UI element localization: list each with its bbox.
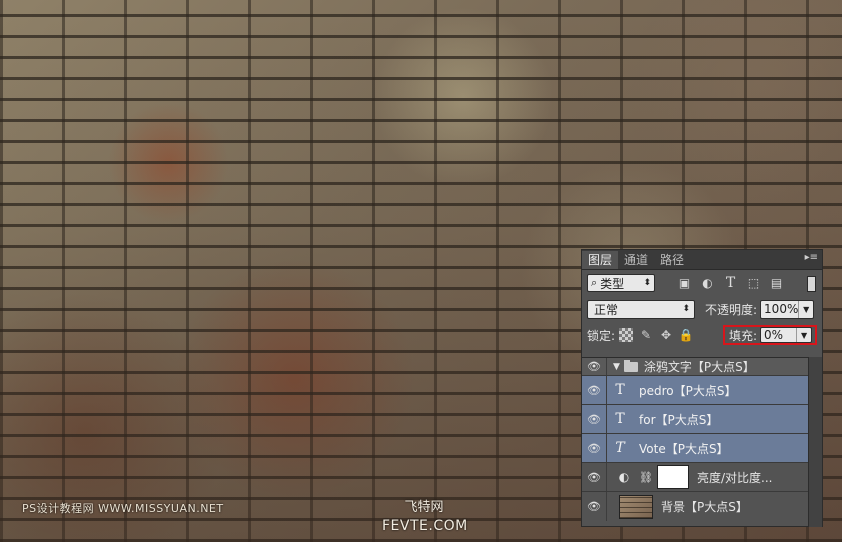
blend-mode-value: 正常 xyxy=(594,302,619,317)
lock-icons: ✎ ✥ 🔒 xyxy=(619,328,694,342)
layer-name: pedro【P大点S】 xyxy=(639,383,737,398)
dropdown-arrow-icon[interactable]: ▼ xyxy=(796,328,811,342)
filter-row: ⌕ 类型 ⬍ ▣ ◐ T ⬚ ▤ xyxy=(582,270,822,296)
dropdown-arrow-icon[interactable]: ▼ xyxy=(798,300,813,318)
layers-list: 👁 ▼ 涂鸦文字【P大点S】 👁 T pedro【P大点S】 👁 T for【P… xyxy=(582,357,808,528)
filter-label: 类型 xyxy=(600,276,625,291)
layer-adjustment[interactable]: 👁 ◐ ⛓ 亮度/对比度... xyxy=(582,463,808,492)
watermark-center: 飞特网 FEVTE.COM xyxy=(382,496,468,534)
tab-layers[interactable]: 图层 xyxy=(582,251,619,269)
opacity-label: 不透明度: xyxy=(705,302,758,317)
watermark-left: PS设计教程网 WWW.MISSYUAN.NET xyxy=(22,502,224,515)
lock-transparent-icon[interactable] xyxy=(619,328,634,342)
folder-icon xyxy=(623,359,638,372)
adjustment-filter-icon[interactable]: ◐ xyxy=(700,276,715,291)
blend-row: 正常 ⬍ 不透明度: 100% ▼ xyxy=(582,296,822,322)
layers-panel: 图层 通道 路径 ▸≡ ⌕ 类型 ⬍ ▣ ◐ T ⬚ ▤ 正常 ⬍ 不透明度: … xyxy=(581,249,823,527)
layer-name: 涂鸦文字【P大点S】 xyxy=(643,360,755,374)
lock-all-icon[interactable]: 🔒 xyxy=(679,328,694,342)
text-layer-icon: T xyxy=(615,411,625,427)
layer-background[interactable]: 👁 背景【P大点S】 xyxy=(582,492,808,521)
filter-icons: ▣ ◐ T ⬚ ▤ xyxy=(677,275,784,291)
eye-icon[interactable]: 👁 xyxy=(582,463,607,491)
smart-object-filter-icon[interactable]: ▤ xyxy=(769,276,784,291)
search-icon: ⌕ xyxy=(591,276,598,289)
blend-mode-select[interactable]: 正常 ⬍ xyxy=(587,299,695,319)
background-thumbnail xyxy=(619,494,653,519)
layer-filter-select[interactable]: ⌕ 类型 ⬍ xyxy=(587,274,655,292)
eye-icon[interactable]: 👁 xyxy=(582,492,607,521)
eye-icon[interactable]: 👁 xyxy=(582,434,607,462)
fill-value: 0% xyxy=(764,328,784,342)
layer-text-pedro[interactable]: 👁 T pedro【P大点S】 xyxy=(582,376,808,405)
lock-row: 锁定: ✎ ✥ 🔒 填充: 0% ▼ xyxy=(582,322,822,348)
watermark-center-bottom: FEVTE.COM xyxy=(382,518,468,534)
opacity-field[interactable]: 100% ▼ xyxy=(760,299,815,319)
lock-brush-icon[interactable]: ✎ xyxy=(639,328,653,342)
layer-text-for[interactable]: 👁 T for【P大点S】 xyxy=(582,405,808,434)
layers-scrollbar[interactable] xyxy=(808,357,822,527)
updown-arrow-icon: ⬍ xyxy=(682,304,690,314)
layer-name: for【P大点S】 xyxy=(639,412,719,427)
chain-link-icon[interactable]: ⛓ xyxy=(639,471,653,484)
panel-tabs: 图层 通道 路径 ▸≡ xyxy=(582,250,822,270)
image-filter-icon[interactable]: ▣ xyxy=(677,276,692,291)
watermark-center-top: 飞特网 xyxy=(404,500,444,515)
panel-menu-icon[interactable]: ▸≡ xyxy=(805,252,818,263)
fill-field[interactable]: 0% ▼ xyxy=(760,327,813,343)
layer-name: Vote【P大点S】 xyxy=(639,441,729,456)
layer-mask-thumbnail[interactable] xyxy=(656,465,689,489)
text-filter-icon[interactable]: T xyxy=(723,275,738,291)
layer-name: 亮度/对比度... xyxy=(696,470,773,485)
eye-icon[interactable]: 👁 xyxy=(582,405,607,433)
fill-label: 填充: xyxy=(729,328,758,343)
lock-label: 锁定: xyxy=(587,328,616,343)
filter-toggle-switch[interactable] xyxy=(807,276,816,292)
updown-arrow-icon: ⬍ xyxy=(643,278,651,288)
eye-icon[interactable]: 👁 xyxy=(582,376,607,404)
eye-icon[interactable]: 👁 xyxy=(582,358,607,375)
tab-paths[interactable]: 路径 xyxy=(654,251,690,269)
layer-group[interactable]: 👁 ▼ 涂鸦文字【P大点S】 xyxy=(582,358,808,376)
tab-channels[interactable]: 通道 xyxy=(618,251,654,269)
expand-triangle-icon[interactable]: ▼ xyxy=(613,362,620,372)
layer-name: 背景【P大点S】 xyxy=(661,500,748,514)
text-layer-icon: T xyxy=(615,382,625,398)
lock-move-icon[interactable]: ✥ xyxy=(659,328,673,342)
opacity-value: 100% xyxy=(764,302,799,316)
adjustment-icon: ◐ xyxy=(618,470,630,484)
layer-text-vote[interactable]: 👁 T Vote【P大点S】 xyxy=(582,434,808,463)
shape-filter-icon[interactable]: ⬚ xyxy=(746,276,761,291)
fill-highlight: 填充: 0% ▼ xyxy=(723,325,817,345)
warped-text-layer-icon: T xyxy=(615,440,625,456)
